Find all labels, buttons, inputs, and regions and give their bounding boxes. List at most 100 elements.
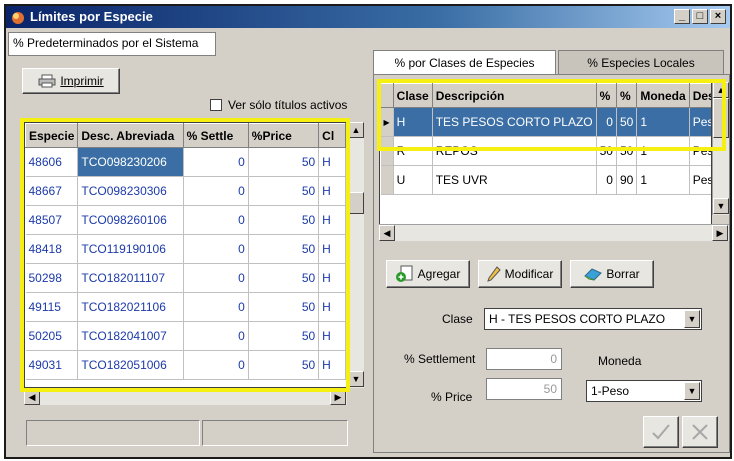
cell-price[interactable]: 50 <box>248 292 320 322</box>
scroll-down-icon[interactable]: ▼ <box>713 198 729 214</box>
cell-descripcion[interactable]: REPOS <box>432 136 597 166</box>
cell-settle[interactable]: 0 <box>183 205 249 235</box>
cell-pct-1[interactable]: 0 <box>596 165 617 195</box>
cell-settle[interactable]: 0 <box>183 147 249 177</box>
cell-price[interactable]: 50 <box>248 234 320 264</box>
cell-settle[interactable]: 0 <box>183 292 249 322</box>
cell-desc[interactable]: TCO119190106 <box>77 234 184 264</box>
cell-especie[interactable]: 49115 <box>25 292 79 322</box>
price-field[interactable]: 50 <box>486 378 562 400</box>
col-clase[interactable]: Cl <box>318 123 346 148</box>
scroll-down-icon[interactable]: ▼ <box>348 371 364 387</box>
cell-settle[interactable]: 0 <box>183 321 249 351</box>
clase-select[interactable]: H - TES PESOS CORTO PLAZO ▼ <box>484 308 702 330</box>
table-row[interactable]: 50298 TCO182011107 0 50 H <box>25 263 346 293</box>
cell-clase[interactable]: H <box>318 147 346 177</box>
cell-settle[interactable]: 0 <box>183 176 249 206</box>
classes-grid-vscroll[interactable]: ▲ ▼ <box>712 82 729 215</box>
modify-button[interactable]: Modificar <box>478 260 562 288</box>
cell-desc[interactable]: TCO098260106 <box>77 205 184 235</box>
cell-settle[interactable]: 0 <box>183 234 249 264</box>
cell-pct-2[interactable]: 50 <box>616 107 638 137</box>
cell-desc[interactable]: Peso <box>689 107 711 137</box>
classes-grid-hscroll[interactable]: ◀ ▶ <box>379 224 729 241</box>
maximize-icon[interactable]: □ <box>692 9 708 24</box>
cell-price[interactable]: 50 <box>248 321 320 351</box>
cell-pct-2[interactable]: 50 <box>616 136 638 166</box>
cell-pct-2[interactable]: 90 <box>616 165 638 195</box>
cell-clase[interactable]: H <box>318 350 346 380</box>
chevron-down-icon[interactable]: ▼ <box>684 382 700 400</box>
cell-clase[interactable]: H <box>318 205 346 235</box>
cell-clase[interactable]: U <box>393 165 433 195</box>
tab-especies-locales[interactable]: % Especies Locales <box>558 50 724 74</box>
col-desc[interactable]: Desc. <box>688 83 711 108</box>
species-grid-hscroll[interactable]: ◀ ▶ <box>24 388 347 405</box>
cell-desc[interactable]: TCO182041007 <box>77 321 184 351</box>
cell-descripcion[interactable]: TES UVR <box>432 165 597 195</box>
cell-moneda[interactable]: 1 <box>636 107 690 137</box>
cell-desc[interactable]: TCO182051006 <box>77 350 184 380</box>
scroll-left-icon[interactable]: ◀ <box>24 389 40 405</box>
table-row[interactable]: 48418 TCO119190106 0 50 H <box>25 234 346 264</box>
table-row[interactable]: 49115 TCO182021106 0 50 H <box>25 292 346 322</box>
scroll-up-icon[interactable]: ▲ <box>713 82 729 98</box>
table-row[interactable]: U TES UVR 0 90 1 Peso <box>380 165 711 195</box>
cell-desc[interactable]: TCO098230206 <box>77 147 184 177</box>
cell-price[interactable]: 50 <box>248 205 320 235</box>
active-titles-checkbox[interactable] <box>210 99 222 111</box>
cell-desc[interactable]: Peso <box>689 136 711 166</box>
cell-clase[interactable]: H <box>318 263 346 293</box>
cell-descripcion[interactable]: TES PESOS CORTO PLAZO <box>432 107 597 137</box>
cell-especie[interactable]: 49031 <box>25 350 79 380</box>
tab-clases-especies[interactable]: % por Clases de Especies <box>373 50 556 74</box>
cell-settle[interactable]: 0 <box>183 263 249 293</box>
table-row[interactable]: 48667 TCO098230306 0 50 H <box>25 176 346 206</box>
cell-clase[interactable]: H <box>393 107 433 137</box>
table-row[interactable]: 49031 TCO182051006 0 50 H <box>25 350 346 380</box>
cell-price[interactable]: 50 <box>248 350 320 380</box>
cell-especie[interactable]: 48667 <box>25 176 79 206</box>
cell-especie[interactable]: 48507 <box>25 205 79 235</box>
cell-moneda[interactable]: 1 <box>636 165 690 195</box>
close-icon[interactable]: × <box>710 9 726 24</box>
col-price[interactable]: %Price <box>247 123 320 148</box>
col-settle[interactable]: % Settle <box>182 123 249 148</box>
col-especie[interactable]: Especie <box>25 123 79 148</box>
cell-settle[interactable]: 0 <box>183 350 249 380</box>
col-descripcion[interactable]: Descripción <box>431 83 597 108</box>
confirm-button[interactable] <box>643 416 679 448</box>
col-moneda[interactable]: Moneda <box>636 83 690 108</box>
col-pct-2[interactable]: % <box>615 83 638 108</box>
scroll-left-icon[interactable]: ◀ <box>379 225 395 241</box>
cancel-button[interactable] <box>682 416 718 448</box>
cell-clase[interactable]: H <box>318 292 346 322</box>
cell-clase[interactable]: R <box>393 136 433 166</box>
cell-clase[interactable]: H <box>318 176 346 206</box>
moneda-select[interactable]: 1-Peso ▼ <box>586 380 702 402</box>
scroll-right-icon[interactable]: ▶ <box>330 389 346 405</box>
cell-pct-1[interactable]: 50 <box>596 136 617 166</box>
cell-price[interactable]: 50 <box>248 147 320 177</box>
table-row[interactable]: 50205 TCO182041007 0 50 H <box>25 321 346 351</box>
species-grid-vscroll[interactable]: ▲ ▼ <box>347 122 364 388</box>
add-button[interactable]: Agregar <box>386 260 470 288</box>
settlement-field[interactable]: 0 <box>486 348 562 370</box>
table-row[interactable]: ▶ H TES PESOS CORTO PLAZO 0 50 1 Peso <box>380 107 711 137</box>
cell-price[interactable]: 50 <box>248 263 320 293</box>
print-button[interactable]: Imprimir <box>22 68 120 94</box>
col-desc-abreviada[interactable]: Desc. Abreviada <box>77 123 184 148</box>
col-clase[interactable]: Clase <box>392 83 433 108</box>
cell-especie[interactable]: 50205 <box>25 321 79 351</box>
table-row[interactable]: 48606 TCO098230206 0 50 H <box>25 147 346 177</box>
cell-desc[interactable]: Peso <box>689 165 711 195</box>
cell-especie[interactable]: 48418 <box>25 234 79 264</box>
table-row[interactable]: 48507 TCO098260106 0 50 H <box>25 205 346 235</box>
cell-especie[interactable]: 50298 <box>25 263 79 293</box>
cell-clase[interactable]: H <box>318 234 346 264</box>
cell-desc[interactable]: TCO182011107 <box>77 263 184 293</box>
scroll-up-icon[interactable]: ▲ <box>348 122 364 138</box>
chevron-down-icon[interactable]: ▼ <box>684 310 700 328</box>
scroll-thumb[interactable] <box>713 98 729 138</box>
cell-moneda[interactable]: 1 <box>636 136 690 166</box>
